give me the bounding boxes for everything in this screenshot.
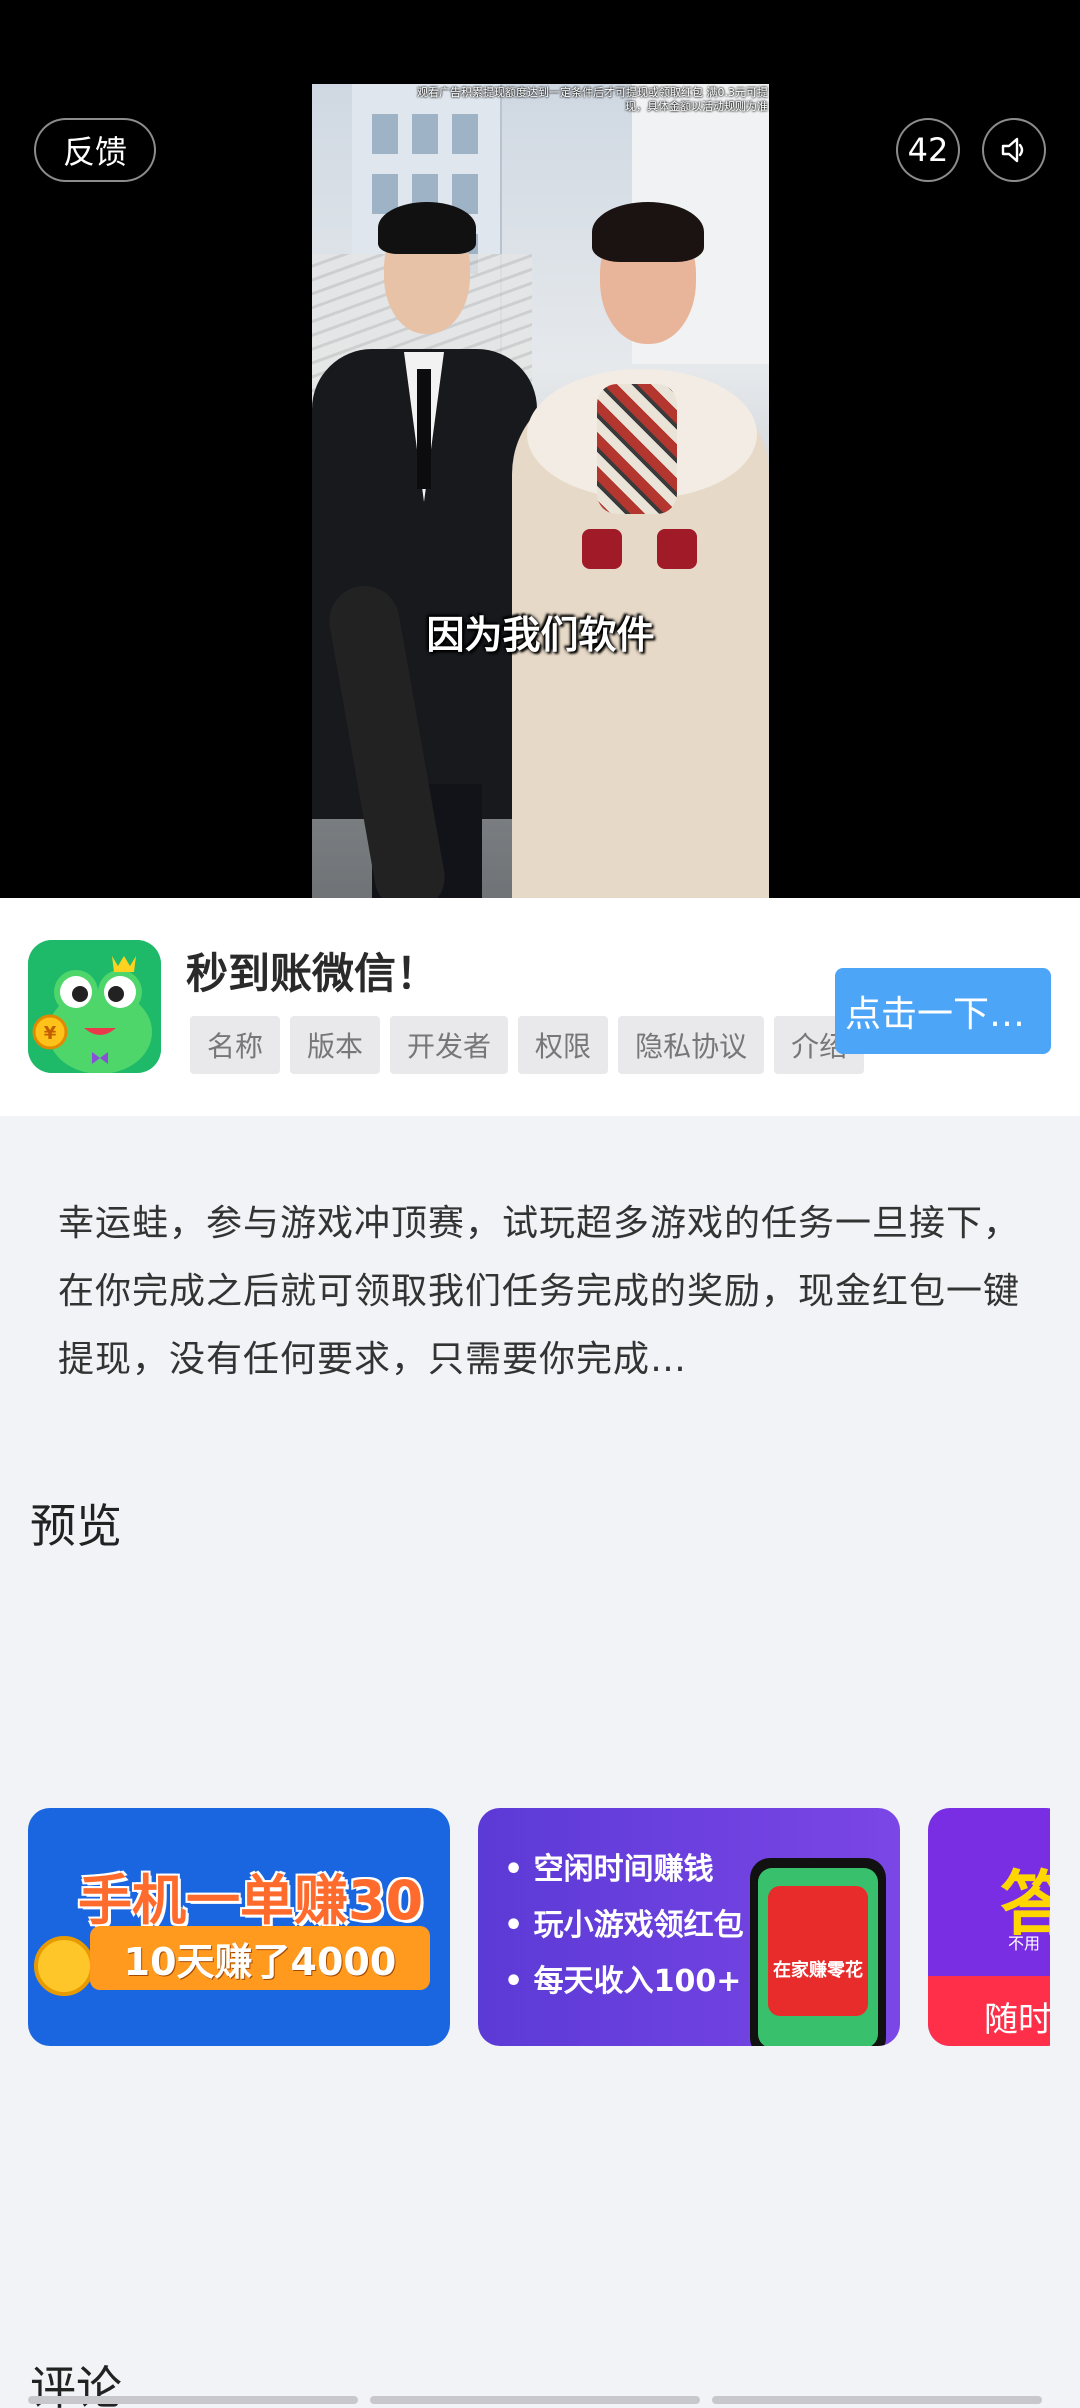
comment-tab[interactable] bbox=[712, 2396, 1042, 2404]
feedback-button[interactable]: 反馈 bbox=[34, 118, 156, 182]
svg-text:¥: ¥ bbox=[44, 1023, 57, 1044]
tag-developer[interactable]: 开发者 bbox=[390, 1016, 509, 1074]
app-info-card: ¥ 秒到账微信！ 名称 版本 开发者 权限 隐私协议 介绍 点击一下… bbox=[0, 898, 1080, 1116]
comment-tabs[interactable] bbox=[28, 2396, 1042, 2404]
preview-subtitle: 10天赚了4000 bbox=[90, 1926, 430, 1990]
tag-permissions[interactable]: 权限 bbox=[518, 1016, 609, 1074]
preview-bullet: • 空闲时间赚钱 bbox=[504, 1852, 714, 1887]
sound-toggle-button[interactable] bbox=[982, 118, 1046, 182]
download-button[interactable]: 点击一下… bbox=[835, 968, 1051, 1054]
app-tags: 名称 版本 开发者 权限 隐私协议 介绍 bbox=[190, 1016, 865, 1074]
red-envelope-icon bbox=[768, 1886, 868, 2016]
preview-caption: 不用 bbox=[1008, 1934, 1041, 1953]
ad-video[interactable]: 观看广告积累提现额度达到一定条件后才可提现或领取红包 满0.3元可提现，具体金额… bbox=[312, 84, 769, 898]
app-name: 秒到账微信！ bbox=[186, 949, 439, 998]
preview-title: 手机一单赚30 bbox=[78, 1869, 424, 1932]
preview-banner: 随时 bbox=[928, 1976, 1050, 2046]
app-description[interactable]: 幸运蛙，参与游戏冲顶赛，试玩超多游戏的任务一旦接下，在你完成之后就可领取我们任务… bbox=[58, 1190, 1038, 1394]
video-player[interactable]: 观看广告积累提现额度达到一定条件后才可提现或领取红包 满0.3元可提现，具体金额… bbox=[0, 0, 1080, 898]
video-notice: 观看广告积累提现额度达到一定条件后才可提现或领取红包 满0.3元可提现，具体金额… bbox=[417, 86, 768, 113]
video-subtitle: 因为我们软件 bbox=[426, 613, 655, 657]
coin-icon bbox=[34, 1936, 94, 1996]
tag-version[interactable]: 版本 bbox=[290, 1016, 381, 1074]
tag-privacy-policy[interactable]: 隐私协议 bbox=[618, 1016, 765, 1074]
tag-name[interactable]: 名称 bbox=[190, 1016, 281, 1074]
preview-carousel[interactable]: 手机一单赚30 10天赚了4000 • 空闲时间赚钱 • 玩小游戏领红包 • 每… bbox=[28, 1808, 1050, 2046]
comment-tab[interactable] bbox=[370, 2396, 700, 2404]
preview-image[interactable]: • 空闲时间赚钱 • 玩小游戏领红包 • 每天收入100+ 在家赚零花 bbox=[478, 1808, 900, 2046]
preview-bullet: • 每天收入100+ bbox=[504, 1964, 742, 1999]
envelope-label: 在家赚零花 bbox=[773, 1960, 863, 1981]
speaker-icon bbox=[1001, 137, 1024, 163]
preview-bullet: • 玩小游戏领红包 bbox=[504, 1908, 744, 1943]
preview-image[interactable]: 答 不用 随时 bbox=[928, 1808, 1050, 2046]
countdown-timer: 42 bbox=[896, 118, 960, 182]
frog-mascot-icon[interactable]: ¥ bbox=[28, 940, 161, 1073]
comment-tab[interactable] bbox=[28, 2396, 358, 2404]
preview-heading: 预览 bbox=[30, 1499, 122, 1553]
preview-image[interactable]: 手机一单赚30 10天赚了4000 bbox=[28, 1808, 450, 2046]
